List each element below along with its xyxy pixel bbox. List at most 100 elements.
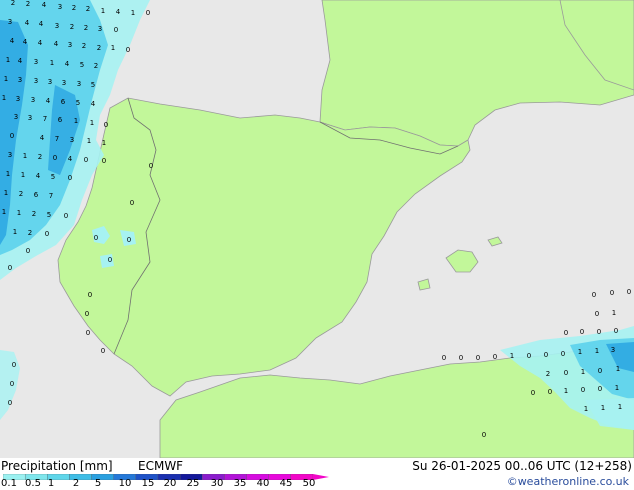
precip-value-label: 0 bbox=[598, 385, 602, 393]
precip-value-label: 0 bbox=[127, 236, 131, 244]
precip-value-label: 0 bbox=[26, 247, 30, 255]
precip-value-label: 2 bbox=[86, 5, 90, 13]
precip-value-label: 1 bbox=[4, 189, 8, 197]
precip-value-label: 4 bbox=[116, 8, 121, 16]
precip-value-label: 6 bbox=[61, 98, 66, 106]
legend-tick-label: 25 bbox=[186, 478, 200, 489]
precip-value-label: 1 bbox=[584, 405, 588, 413]
precip-value-label: 2 bbox=[19, 190, 23, 198]
precip-value-label: 3 bbox=[62, 79, 66, 87]
legend-tick-label: 0.1 bbox=[1, 478, 17, 489]
precip-value-label: 1 bbox=[615, 384, 619, 392]
precip-value-label: 2 bbox=[26, 0, 30, 8]
precip-value-label: 0 bbox=[10, 380, 14, 388]
precip-value-label: 3 bbox=[58, 3, 62, 11]
precip-value-label: 4 bbox=[10, 37, 15, 45]
precip-value-label: 0 bbox=[102, 157, 106, 165]
precip-value-label: 4 bbox=[18, 57, 23, 65]
precip-value-label: 0 bbox=[564, 329, 568, 337]
precip-value-label: 3 bbox=[34, 77, 38, 85]
precip-value-label: 0 bbox=[482, 431, 486, 439]
precip-value-label: 2 bbox=[72, 4, 76, 12]
precip-value-label: 4 bbox=[38, 39, 43, 47]
precip-value-label: 0 bbox=[108, 256, 112, 264]
precip-value-label: 3 bbox=[55, 22, 59, 30]
precip-value-label: 0 bbox=[580, 328, 584, 336]
precip-value-label: 1 bbox=[618, 403, 622, 411]
precip-value-label: 3 bbox=[18, 76, 22, 84]
legend-tick-label: 30 bbox=[210, 478, 224, 489]
precip-value-label: 4 bbox=[40, 134, 45, 142]
precip-value-label: 0 bbox=[68, 174, 72, 182]
credit-link[interactable]: ©weatheronline.co.uk bbox=[507, 475, 629, 489]
legend-tick-label: 10 bbox=[118, 478, 132, 489]
legend-tick-label: 0.5 bbox=[25, 478, 41, 489]
precip-value-label: 2 bbox=[32, 210, 36, 218]
precip-value-label: 1 bbox=[616, 365, 620, 373]
precip-value-label: 0 bbox=[459, 354, 463, 362]
precip-value-label: 0 bbox=[592, 291, 596, 299]
legend-tick-label: 20 bbox=[163, 478, 177, 489]
precip-value-label: 1 bbox=[74, 117, 78, 125]
precip-value-label: 3 bbox=[28, 114, 32, 122]
precip-value-label: 0 bbox=[493, 353, 497, 361]
precip-value-label: 5 bbox=[91, 81, 95, 89]
precip-value-label: 1 bbox=[6, 56, 10, 64]
map-title: Precipitation [mm] bbox=[1, 459, 113, 473]
precip-value-label: 1 bbox=[601, 404, 605, 412]
precip-value-label: 3 bbox=[48, 78, 52, 86]
precip-value-label: 0 bbox=[564, 369, 568, 377]
precip-value-label: 1 bbox=[131, 9, 135, 17]
map-footer: Precipitation [mm] ECMWF Su 26-01-2025 0… bbox=[0, 458, 634, 490]
precip-value-label: 3 bbox=[68, 41, 72, 49]
legend-tick-label: 50 bbox=[302, 478, 316, 489]
legend-tick-label: 40 bbox=[256, 478, 270, 489]
precip-value-label: 3 bbox=[98, 25, 102, 33]
precip-value-label: 1 bbox=[87, 137, 91, 145]
precip-value-label: 6 bbox=[58, 116, 63, 124]
precipitation-map: 2243221410344322304444322101431452133333… bbox=[0, 0, 634, 459]
model-name: ECMWF bbox=[138, 459, 184, 473]
precip-value-label: 0 bbox=[610, 289, 614, 297]
precip-value-label: 4 bbox=[68, 155, 73, 163]
precip-value-label: 0 bbox=[548, 388, 552, 396]
precip-value-label: 1 bbox=[564, 387, 568, 395]
precip-value-label: 0 bbox=[597, 328, 601, 336]
precip-value-label: 2 bbox=[97, 44, 101, 52]
precip-value-label: 6 bbox=[34, 191, 39, 199]
precip-value-label: 1 bbox=[50, 59, 54, 67]
precip-value-label: 1 bbox=[4, 75, 8, 83]
precip-value-label: 3 bbox=[8, 151, 12, 159]
precip-value-label: 4 bbox=[39, 20, 44, 28]
precip-value-label: 1 bbox=[23, 152, 27, 160]
precip-value-label: 0 bbox=[88, 291, 92, 299]
precip-value-label: 7 bbox=[49, 192, 53, 200]
precip-value-label: 0 bbox=[114, 26, 118, 34]
precip-value-label: 0 bbox=[12, 361, 16, 369]
precip-value-label: 1 bbox=[102, 139, 106, 147]
precip-value-label: 2 bbox=[28, 229, 32, 237]
precip-value-label: 2 bbox=[38, 153, 42, 161]
precip-value-label: 0 bbox=[10, 132, 14, 140]
precip-value-label: 3 bbox=[34, 58, 38, 66]
precip-value-label: 0 bbox=[595, 310, 599, 318]
precip-value-label: 0 bbox=[130, 199, 134, 207]
precip-value-label: 0 bbox=[561, 350, 565, 358]
precip-value-label: 0 bbox=[627, 288, 631, 296]
precip-value-label: 3 bbox=[611, 346, 615, 354]
precip-value-label: 4 bbox=[25, 19, 30, 27]
precip-value-label: 1 bbox=[90, 119, 94, 127]
legend-tick-label: 45 bbox=[279, 478, 293, 489]
precip-value-label: 0 bbox=[94, 234, 98, 242]
precip-value-label: 4 bbox=[91, 100, 96, 108]
legend-tick-label: 35 bbox=[233, 478, 247, 489]
precip-value-label: 2 bbox=[546, 370, 550, 378]
precip-value-label: 1 bbox=[612, 309, 616, 317]
precip-value-label: 5 bbox=[47, 211, 51, 219]
precip-value-label: 4 bbox=[36, 172, 41, 180]
precip-value-label: 0 bbox=[8, 264, 12, 272]
precip-value-label: 7 bbox=[55, 135, 59, 143]
precip-value-label: 3 bbox=[8, 18, 12, 26]
legend-labels: 0.1 0.5 1 2 5 10 15 20 25 30 35 40 45 50 bbox=[0, 478, 330, 490]
precip-value-label: 3 bbox=[77, 80, 81, 88]
